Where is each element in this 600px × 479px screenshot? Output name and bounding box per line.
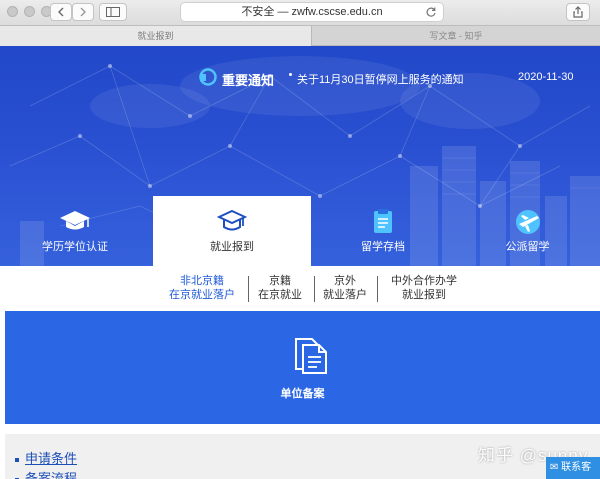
share-button[interactable]	[566, 3, 590, 21]
service-government-study[interactable]: 公派留学	[455, 196, 600, 266]
chevron-right-icon	[80, 7, 86, 17]
service-degree-certification[interactable]: 学历学位认证	[0, 196, 150, 266]
tab-employment-report[interactable]: 就业报到	[0, 26, 311, 46]
chevron-left-icon	[58, 7, 64, 17]
subtab-divider	[248, 276, 249, 302]
service-study-archive[interactable]: 留学存档	[311, 196, 455, 266]
subtab-non-beijing-settle[interactable]: 非北京籍 在京就业落户	[160, 274, 244, 302]
hero-banner: 重要通知 关于11月30日暂停网上服务的通知 2020-11-30 学历学位认证…	[0, 46, 600, 266]
tab-zhihu-write[interactable]: 写文章 - 知乎	[311, 26, 600, 46]
bullet-icon	[15, 457, 19, 462]
subtab-line2: 就业报到	[402, 289, 446, 301]
megaphone-icon	[199, 68, 217, 86]
browser-toolbar: 不安全 — zwfw.cscse.edu.cn	[0, 0, 600, 26]
notice-date: 2020-11-30	[518, 71, 574, 83]
subtab-joint-program[interactable]: 中外合作办学 就业报到	[384, 274, 464, 302]
service-label: 就业报到	[210, 241, 254, 253]
address-bar[interactable]: 不安全 — zwfw.cscse.edu.cn	[180, 2, 444, 22]
link-text: 备案流程	[25, 471, 78, 479]
notice-bullet	[289, 73, 292, 76]
service-employment-report[interactable]: 就业报到	[153, 196, 311, 266]
sidebar-icon	[106, 7, 120, 17]
subtab-outside-beijing[interactable]: 京外 就业落户	[318, 274, 372, 302]
subtab-line2: 就业落户	[323, 289, 367, 301]
archive-icon	[374, 209, 392, 233]
sidebar-button[interactable]	[99, 3, 127, 21]
subtab-divider	[377, 276, 378, 302]
contact-service-button[interactable]: ✉ 联系客	[546, 457, 600, 479]
contact-label: 联系客	[561, 462, 592, 473]
graduation-cap-icon	[60, 211, 90, 230]
service-label: 学历学位认证	[42, 241, 108, 253]
notice-title: 重要通知	[222, 73, 275, 88]
subtab-line1: 京籍	[269, 275, 291, 287]
mortarboard-outline-icon	[217, 209, 247, 231]
back-button[interactable]	[50, 3, 72, 21]
documents-icon	[295, 338, 327, 374]
close-window-button[interactable]	[7, 6, 18, 17]
airplane-icon	[515, 210, 540, 234]
service-label: 留学存档	[361, 241, 405, 253]
subtab-line2: 在京就业落户	[169, 289, 235, 301]
sub-tab-bar: 非北京籍 在京就业落户 京籍 在京就业 京外 就业落户 中外合作办学 就业报到	[0, 266, 600, 310]
subtab-line2: 在京就业	[258, 289, 302, 301]
share-icon	[573, 6, 583, 18]
minimize-window-button[interactable]	[24, 6, 35, 17]
forward-button[interactable]	[72, 3, 94, 21]
subtab-line1: 中外合作办学	[391, 275, 457, 287]
address-text: 不安全 — zwfw.cscse.edu.cn	[241, 6, 383, 18]
chat-icon: ✉	[550, 462, 559, 473]
reload-icon[interactable]	[425, 6, 437, 18]
link-text: 申请条件	[25, 451, 78, 466]
unit-registration-panel[interactable]: 单位备案	[5, 311, 600, 424]
unit-registration-label: 单位备案	[280, 388, 325, 400]
link-registration-process[interactable]: 备案流程	[15, 468, 77, 479]
subtab-line1: 京外	[334, 275, 356, 287]
service-label: 公派留学	[505, 241, 550, 253]
link-application-conditions[interactable]: 申请条件	[15, 448, 77, 467]
subtab-divider	[314, 276, 315, 302]
browser-tab-bar: 就业报到 写文章 - 知乎	[0, 26, 600, 46]
subtab-beijing-employment[interactable]: 京籍 在京就业	[252, 274, 308, 302]
notice-link[interactable]: 关于11月30日暂停网上服务的通知	[297, 71, 464, 87]
subtab-line1: 非北京籍	[180, 275, 224, 287]
